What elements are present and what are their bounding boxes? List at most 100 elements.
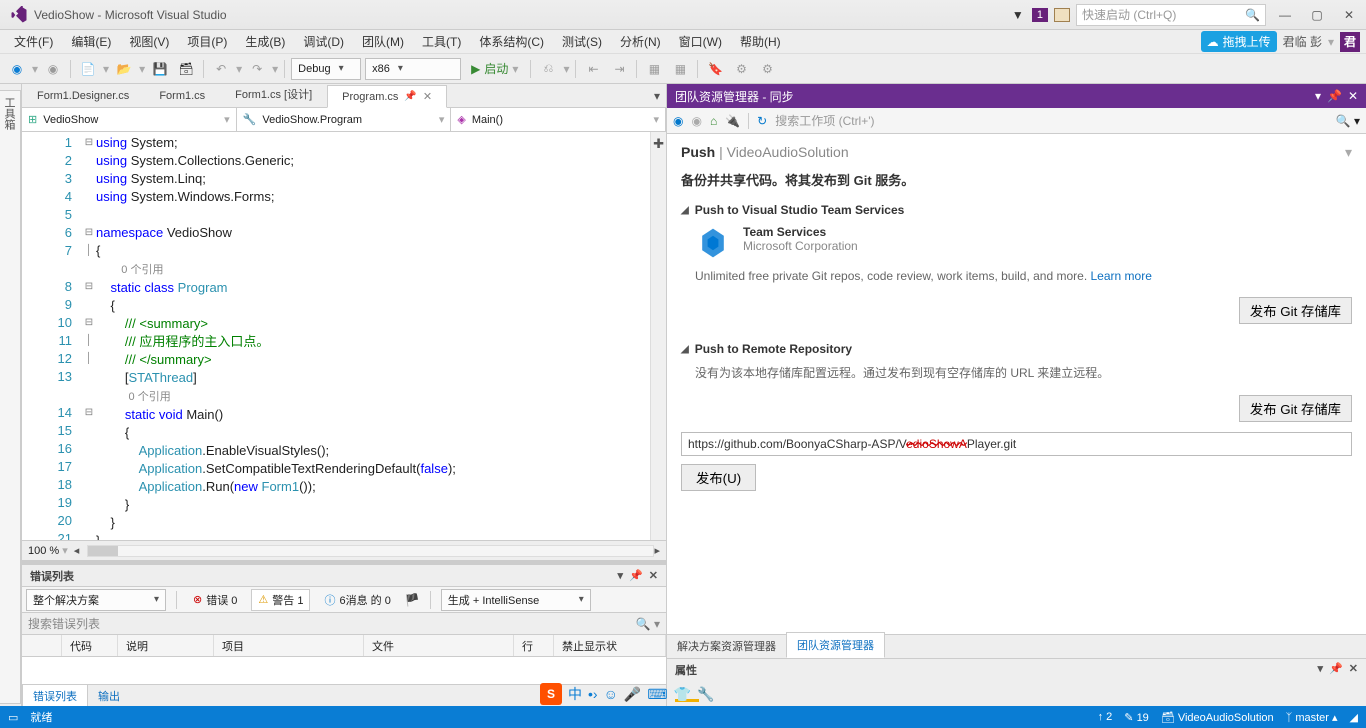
menu-test[interactable]: 测试(S) bbox=[554, 31, 610, 52]
status-repo[interactable]: 🗃 VideoAudioSolution bbox=[1161, 711, 1274, 724]
menu-project[interactable]: 项目(P) bbox=[179, 31, 235, 52]
redo-icon[interactable]: ↷ bbox=[246, 58, 268, 80]
config-combo[interactable]: Debug▾ bbox=[291, 58, 361, 80]
warnings-filter[interactable]: ⚠警告 1 bbox=[251, 589, 310, 611]
tool2-icon: ⚙ bbox=[756, 58, 778, 80]
save-all-icon[interactable]: 🗃 bbox=[175, 58, 197, 80]
ime-zhong[interactable]: 中 bbox=[568, 684, 582, 704]
team-search-input[interactable]: 搜索工作项 (Ctrl+') bbox=[775, 112, 1327, 129]
scrollbar-vertical[interactable] bbox=[650, 132, 666, 540]
status-unpushed[interactable]: ↑ 2 bbox=[1098, 711, 1113, 723]
minimize-button[interactable]: — bbox=[1272, 5, 1298, 25]
publish-git-remote-button[interactable]: 发布 Git 存储库 bbox=[1239, 395, 1352, 422]
close-icon[interactable]: ✕ bbox=[1348, 89, 1358, 103]
sogou-icon[interactable]: S bbox=[540, 683, 562, 705]
ime-emoji-icon[interactable]: ☺ bbox=[604, 686, 618, 702]
tab-overflow-icon[interactable]: ▾ bbox=[648, 85, 666, 107]
avatar[interactable]: 君 bbox=[1340, 32, 1360, 52]
menu-icon[interactable]: ▾ bbox=[1345, 144, 1352, 161]
tab-form1cs[interactable]: Form1.cs bbox=[144, 85, 220, 107]
tab-designer[interactable]: Form1.Designer.cs bbox=[22, 85, 144, 107]
close-tab-icon[interactable]: ✕ bbox=[423, 90, 432, 103]
status-pending[interactable]: ✎ 19 bbox=[1124, 711, 1149, 724]
dropdown-icon[interactable]: ▾ bbox=[1315, 89, 1321, 103]
fold-gutter[interactable]: ⊟⊟│⊟⊟││⊟ bbox=[82, 132, 96, 540]
remote-url-input[interactable]: https://github.com/BoonyaCSharp-ASP/Vedi… bbox=[681, 432, 1352, 456]
ime-punct-icon[interactable]: •› bbox=[588, 686, 598, 702]
tab-team-explorer[interactable]: 团队资源管理器 bbox=[786, 632, 885, 658]
menu-edit[interactable]: 编辑(E) bbox=[63, 31, 119, 52]
ime-mic-icon[interactable]: 🎤 bbox=[624, 686, 641, 703]
user-dropdown-icon[interactable]: ▾ bbox=[1328, 35, 1334, 49]
nav-method-combo[interactable]: ◈Main()▾ bbox=[451, 108, 666, 131]
bottom-tab-output[interactable]: 输出 bbox=[88, 685, 130, 707]
save-icon[interactable]: 💾 bbox=[149, 58, 171, 80]
pin-icon[interactable]: 📌 bbox=[404, 91, 416, 102]
feedback-icon[interactable] bbox=[1054, 8, 1070, 22]
nav-project-combo[interactable]: ⊞VedioShow▾ bbox=[22, 108, 237, 131]
scope-combo[interactable]: 整个解决方案▾ bbox=[26, 589, 166, 611]
start-debug-button[interactable]: ▶ 启动 ▾ bbox=[465, 58, 524, 80]
menu-debug[interactable]: 调试(D) bbox=[295, 31, 352, 52]
maximize-button[interactable]: ▢ bbox=[1304, 5, 1330, 25]
plug-icon[interactable]: 🔌 bbox=[725, 114, 740, 128]
menu-view[interactable]: 视图(V) bbox=[121, 31, 177, 52]
menu-build[interactable]: 生成(B) bbox=[237, 31, 293, 52]
cloud-upload-badge[interactable]: ☁ 拖拽上传 bbox=[1201, 31, 1277, 52]
refresh-icon[interactable]: ↻ bbox=[757, 114, 767, 128]
pin-icon[interactable]: 📌 bbox=[1327, 89, 1342, 103]
ime-skin-icon[interactable]: 👕 bbox=[674, 686, 691, 703]
messages-filter[interactable]: ⓘ6消息 的 0 bbox=[318, 590, 396, 610]
scrollbar-horizontal[interactable] bbox=[87, 545, 654, 557]
bookmark-icon[interactable]: 🔖 bbox=[704, 58, 726, 80]
flag-icon[interactable]: ▼ bbox=[1012, 8, 1026, 22]
menu-analyze[interactable]: 分析(N) bbox=[612, 31, 669, 52]
user-name[interactable]: 君临 彭 bbox=[1283, 33, 1322, 50]
errors-filter[interactable]: ⊗错误 0 bbox=[187, 590, 243, 610]
dropdown-icon[interactable]: ▾ bbox=[618, 569, 624, 582]
split-icon[interactable]: ✚ bbox=[653, 136, 664, 152]
menu-tools[interactable]: 工具(T) bbox=[414, 31, 469, 52]
open-file-icon[interactable]: 📂 bbox=[113, 58, 135, 80]
menu-arch[interactable]: 体系结构(C) bbox=[471, 31, 552, 52]
menu-window[interactable]: 窗口(W) bbox=[671, 31, 730, 52]
status-window-icon[interactable]: ▭ bbox=[8, 711, 18, 724]
section-vsts[interactable]: Push to Visual Studio Team Services bbox=[681, 203, 1352, 217]
menu-file[interactable]: 文件(F) bbox=[6, 31, 61, 52]
nav-class-combo[interactable]: 🔧VedioShow.Program▾ bbox=[237, 108, 452, 131]
status-branch[interactable]: ᛉ master ▴ bbox=[1286, 711, 1338, 724]
learn-more-link[interactable]: Learn more bbox=[1091, 269, 1152, 283]
new-project-icon[interactable]: 📄 bbox=[77, 58, 99, 80]
close-button[interactable]: ✕ bbox=[1336, 5, 1362, 25]
clear-filter-icon[interactable]: 🏴 bbox=[405, 593, 420, 607]
status-resize-icon[interactable]: ◢ bbox=[1350, 711, 1358, 724]
tab-solution-explorer[interactable]: 解决方案资源管理器 bbox=[667, 634, 786, 658]
ime-settings-icon[interactable]: 🔧 bbox=[697, 686, 714, 703]
nav-back-button[interactable]: ◉ bbox=[6, 58, 28, 80]
section-remote[interactable]: Push to Remote Repository bbox=[681, 342, 1352, 356]
ime-keyboard-icon[interactable]: ⌨ bbox=[647, 686, 667, 703]
platform-combo[interactable]: x86▾ bbox=[365, 58, 461, 80]
quick-launch-input[interactable]: 快速启动 (Ctrl+Q) 🔍 bbox=[1076, 4, 1266, 26]
error-search-input[interactable]: 搜索错误列表🔍 ▾ bbox=[22, 613, 666, 635]
code-editor[interactable]: 12345678910111213141516171819202122 ⊟⊟│⊟… bbox=[22, 132, 666, 540]
notification-badge[interactable]: 1 bbox=[1032, 8, 1048, 22]
tab-program[interactable]: Program.cs 📌 ✕ bbox=[327, 85, 447, 108]
zoom-combo[interactable]: 100 % ▾ bbox=[28, 544, 68, 557]
toolbox-tab[interactable]: 工具箱 bbox=[0, 90, 21, 704]
scroll-right-icon[interactable]: ▸ bbox=[654, 544, 660, 557]
menu-help[interactable]: 帮助(H) bbox=[732, 31, 789, 52]
build-combo[interactable]: 生成 + IntelliSense▾ bbox=[441, 589, 591, 611]
pin-icon[interactable]: 📌 bbox=[629, 569, 643, 582]
back-icon[interactable]: ◉ bbox=[673, 114, 683, 128]
publish-button[interactable]: 发布(U) bbox=[681, 464, 756, 491]
tab-form1design[interactable]: Form1.cs [设计] bbox=[220, 81, 327, 107]
undo-icon[interactable]: ↶ bbox=[210, 58, 232, 80]
publish-git-vsts-button[interactable]: 发布 Git 存储库 bbox=[1239, 297, 1352, 324]
search-icon[interactable]: 🔍 ▾ bbox=[1336, 114, 1360, 128]
bottom-tab-errors[interactable]: 错误列表 bbox=[22, 684, 88, 707]
menu-team[interactable]: 团队(M) bbox=[354, 31, 412, 52]
scroll-left-icon[interactable]: ◂ bbox=[74, 544, 80, 557]
home-icon[interactable]: ⌂ bbox=[710, 114, 717, 128]
close-panel-icon[interactable]: ✕ bbox=[649, 569, 658, 582]
